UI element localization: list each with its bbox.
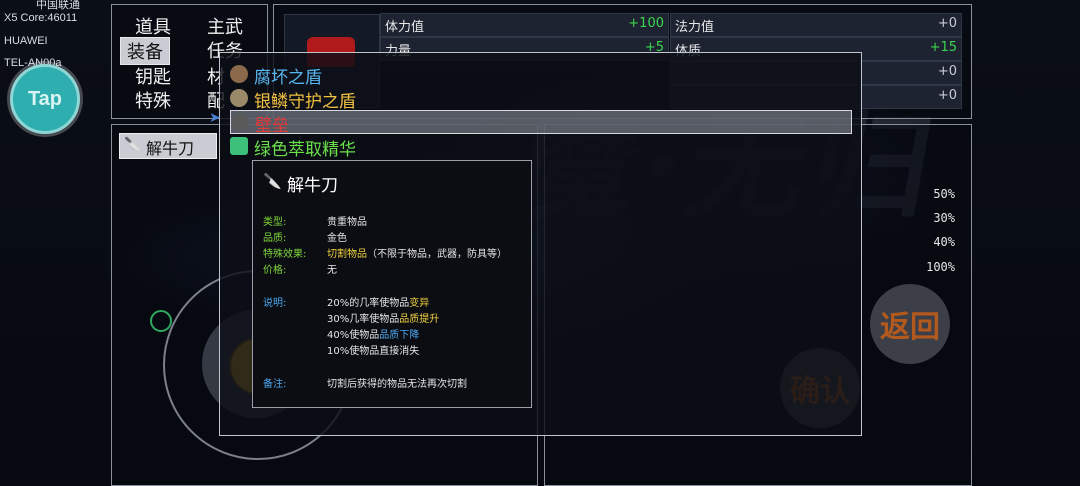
category-tab-main-weapon[interactable]: 主武 bbox=[207, 13, 243, 39]
brand-label: HUAWEI bbox=[4, 35, 48, 47]
item-tooltip: 🔪 解牛刀 类型: 贵重物品 品质: 金色 特殊效果: 切割物品（不限于物品，武… bbox=[252, 160, 532, 408]
type-value: 贵重物品 bbox=[327, 217, 367, 228]
equipped-weapon-tag[interactable]: 🔪 解牛刀 bbox=[119, 133, 217, 159]
stat-value: +15 bbox=[929, 40, 957, 55]
list-item[interactable]: 腐坏之盾 bbox=[230, 63, 850, 88]
price-key: 价格: bbox=[263, 265, 287, 276]
description-highlight: 品质下降 bbox=[379, 330, 420, 341]
weapon-name: 解牛刀 bbox=[146, 139, 195, 158]
shield-icon bbox=[230, 89, 248, 107]
tap-floating-button[interactable]: Tap bbox=[10, 64, 80, 134]
description-text: 30%几率使物品 bbox=[327, 314, 400, 325]
back-button[interactable]: 返回 bbox=[870, 284, 950, 364]
percent-value: 100% bbox=[926, 260, 955, 274]
list-item[interactable]: 银鳞守护之盾 bbox=[230, 87, 850, 112]
description-text: 20%的几率使物品 bbox=[327, 298, 410, 309]
stat-value: +0 bbox=[937, 16, 957, 31]
percent-value: 40% bbox=[933, 235, 955, 249]
gem-icon bbox=[230, 137, 248, 155]
description-line: 40%使物品品质下降 bbox=[327, 326, 419, 341]
percent-value: 30% bbox=[933, 211, 955, 225]
stat-value: +0 bbox=[937, 64, 957, 79]
quality-value: 金色 bbox=[327, 233, 347, 244]
note-value: 切割后获得的物品无法再次切割 bbox=[327, 379, 467, 390]
quality-key: 品质: bbox=[263, 233, 287, 244]
list-item[interactable]: 绿色萃取精华 bbox=[230, 135, 850, 160]
category-tab-items[interactable]: 道具 bbox=[135, 13, 171, 39]
description-line: 10%使物品直接消失 bbox=[327, 346, 420, 357]
type-key: 类型: bbox=[263, 217, 287, 228]
description-line: 20%的几率使物品变异 bbox=[327, 294, 429, 309]
stat-value: +0 bbox=[937, 88, 957, 103]
stat-row-stamina: 体力值 +100 bbox=[380, 13, 669, 37]
category-tab-keys[interactable]: 钥匙 bbox=[135, 63, 171, 89]
carrier-label: 中国联通 bbox=[36, 0, 80, 11]
percent-value: 50% bbox=[933, 187, 955, 201]
stat-label: 体力值 bbox=[385, 20, 425, 35]
category-tab-equipment[interactable]: 装备 bbox=[120, 37, 170, 65]
tooltip-title: 解牛刀 bbox=[287, 176, 338, 196]
selection-pointer-icon: ➤ bbox=[209, 110, 221, 126]
swirl-icon bbox=[150, 310, 172, 332]
helmet-icon bbox=[231, 113, 249, 131]
stat-label: 法力值 bbox=[675, 20, 715, 35]
item-name: 腐坏之盾 bbox=[254, 68, 322, 88]
core-version-label: X5 Core:46011 bbox=[4, 12, 78, 24]
stat-value: +100 bbox=[628, 16, 664, 31]
description-key: 说明: bbox=[263, 298, 287, 309]
list-item-selected[interactable]: 壁垒 bbox=[230, 110, 852, 136]
item-name: 壁垒 bbox=[255, 116, 289, 136]
description-highlight: 品质提升 bbox=[399, 314, 440, 325]
effect-key: 特殊效果: bbox=[263, 249, 307, 260]
effect-highlight: 切割物品 bbox=[327, 249, 367, 260]
knife-icon: 🔪 bbox=[124, 137, 142, 153]
shield-icon bbox=[230, 65, 248, 83]
effect-value: 切割物品（不限于物品，武器，防具等） bbox=[327, 245, 507, 260]
knife-icon: 🔪 bbox=[263, 172, 282, 190]
description-line: 30%几率使物品品质提升 bbox=[327, 310, 439, 325]
item-name: 银鳞守护之盾 bbox=[254, 92, 356, 112]
description-highlight: 变异 bbox=[409, 298, 430, 309]
price-value: 无 bbox=[327, 265, 337, 276]
stat-row-mana: 法力值 +0 bbox=[670, 13, 962, 37]
effect-detail: （不限于物品，武器，防具等） bbox=[367, 249, 507, 260]
note-key: 备注: bbox=[263, 379, 287, 390]
item-name: 绿色萃取精华 bbox=[254, 140, 356, 160]
description-text: 40%使物品 bbox=[327, 330, 380, 341]
category-tab-special[interactable]: 特殊 bbox=[135, 87, 171, 113]
